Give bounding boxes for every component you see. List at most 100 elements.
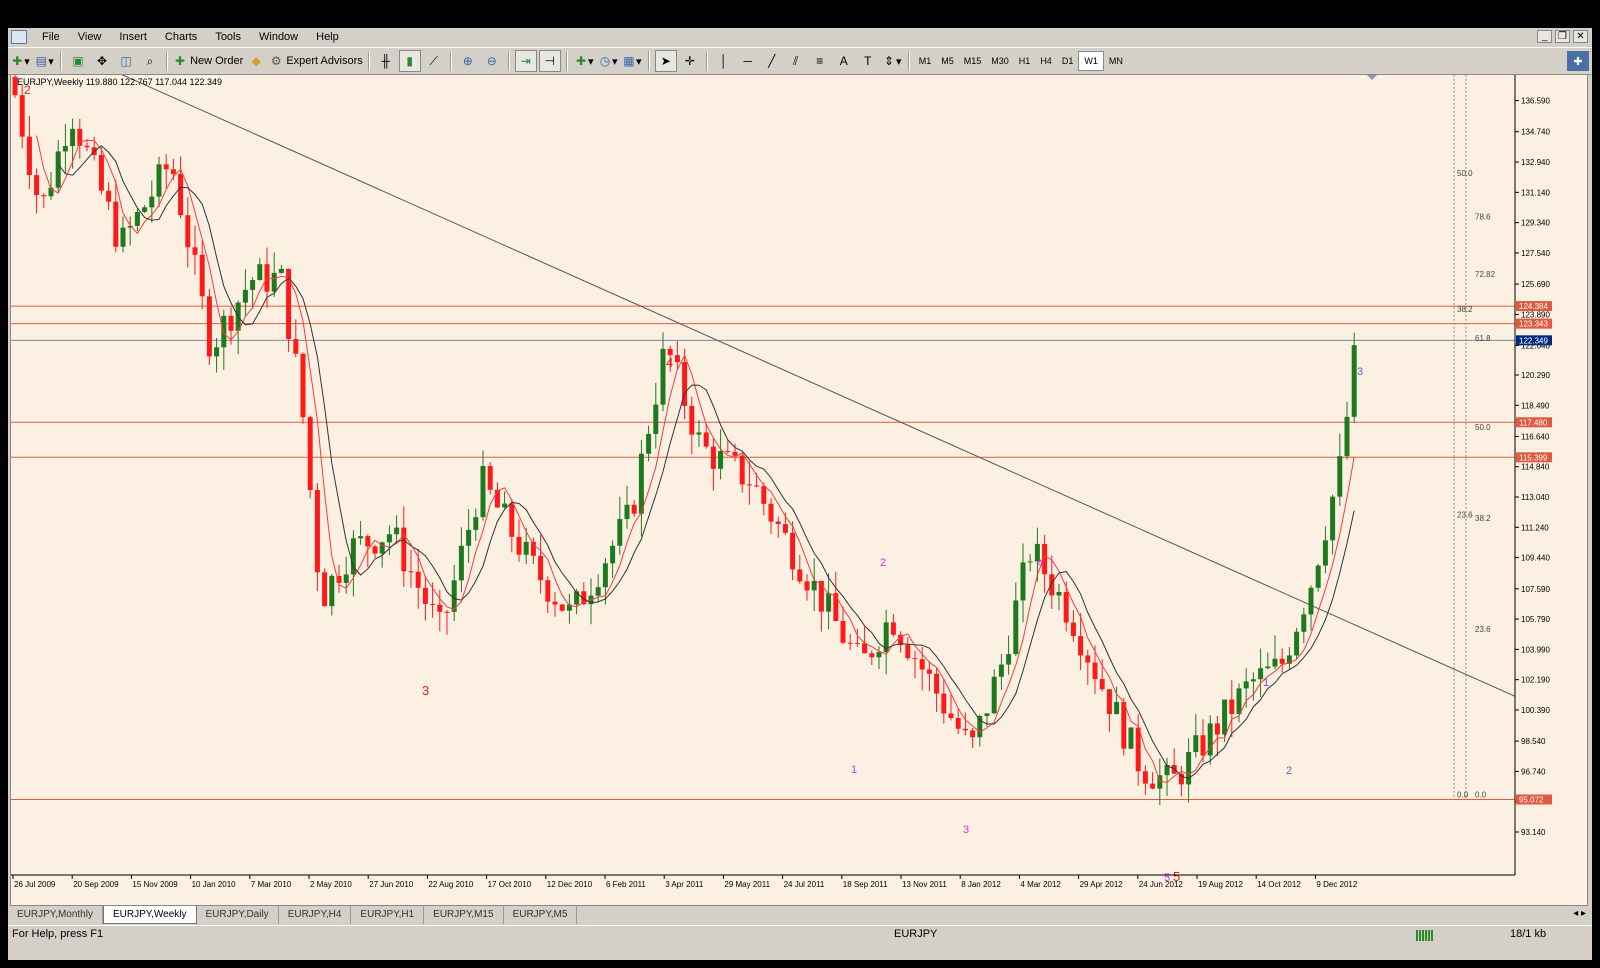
indicators-button[interactable]: ✚ ▾ [573,50,595,72]
market-watch-button[interactable]: ▣ [67,50,89,72]
bear-candle [926,669,932,674]
timeframe-w1[interactable]: W1 [1078,51,1104,71]
fibonacci-button[interactable]: ≡ [809,50,831,72]
menu-charts[interactable]: Charts [156,28,206,46]
expert-advisors-button[interactable]: ⚙ Expert Advisors [269,50,363,72]
tab-eurjpy-m15[interactable]: EURJPY,M15 [424,906,504,924]
price-tick-label: 96.740 [1521,767,1546,776]
timeframe-h4[interactable]: H4 [1035,52,1057,70]
bull-candle [1322,540,1328,566]
timeframe-m15[interactable]: M15 [959,52,987,70]
bull-candle [1056,591,1062,596]
menu-insert[interactable]: Insert [110,28,156,46]
timeframe-m30[interactable]: M30 [986,52,1014,70]
cursor-button[interactable]: ➤ [654,50,677,72]
fibo-level-label: 38.2 [1475,514,1491,523]
profiles-button[interactable]: ▤ ▾ [33,50,55,72]
bear-candle [970,730,976,738]
bear-candle [689,405,695,435]
community-icon[interactable]: ✚ [1567,51,1589,71]
tab-eurjpy-daily[interactable]: EURJPY,Daily [197,906,279,924]
bear-candle [1099,679,1105,690]
text-button[interactable]: A [833,50,855,72]
data-window-button[interactable]: ◫ [115,50,137,72]
templates-button[interactable]: ▦ ▾ [621,50,643,72]
zoom-out-button[interactable]: ⊖ [481,50,503,72]
restore-icon[interactable]: ❐ [1555,30,1570,43]
bull-candle [696,432,702,435]
menu-file[interactable]: File [33,28,69,46]
bear-candle [307,417,313,491]
bear-candle [710,446,716,469]
bear-candle [754,485,760,487]
trendline-button[interactable]: ╱ [761,50,783,72]
price-tick-label: 100.390 [1521,706,1550,715]
zoom-in-button[interactable]: ⊕ [457,50,479,72]
menu-tools[interactable]: Tools [206,28,250,46]
menu-window[interactable]: Window [250,28,307,46]
date-tick-label: 18 Sep 2011 [843,880,888,889]
status-traffic: 18/1 kb [1510,928,1547,940]
new-chart-button[interactable]: ✚ ▾ [9,50,31,72]
bear-candle [739,455,745,485]
bull-candle [55,151,61,188]
chart-canvas[interactable]: EURJPY,Weekly 119.880 122.767 117.044 12… [11,36,1587,905]
wave-label: 2 [1286,765,1292,777]
minimize-icon[interactable]: _ [1537,30,1552,43]
candlestick-button[interactable]: ▮ [398,50,421,72]
terminal-button[interactable]: ⌕ [139,50,161,72]
toolbar-separator [565,51,568,71]
tab-eurjpy-h1[interactable]: EURJPY,H1 [351,906,425,924]
new-order-button[interactable]: ✚ New Order [173,50,243,72]
timeframe-h1[interactable]: H1 [1014,52,1036,70]
text-label-button[interactable]: T [857,50,879,72]
menu-view[interactable]: View [69,28,111,46]
tab-eurjpy-weekly[interactable]: EURJPY,Weekly [102,906,197,924]
chart-shift-button[interactable]: ⊣ [538,50,561,72]
bear-candle [1063,591,1069,623]
date-tick-label: 4 Mar 2012 [1020,880,1061,889]
arrows-button[interactable]: ⇕ ▾ [881,50,903,72]
tab-scroll-icon[interactable]: ◂ ▸ [1573,908,1586,919]
timeframe-mn[interactable]: MN [1104,52,1128,70]
close-icon[interactable]: ✕ [1573,30,1588,43]
moving-average-slow [57,145,1355,779]
equidistant-channel-button[interactable]: ⫽ [785,50,807,72]
horizontal-line-button[interactable]: ─ [737,50,759,72]
bull-candle [70,128,76,147]
wave-label: 2 [880,557,886,569]
price-tick-label: 125.690 [1521,280,1550,289]
tab-eurjpy-h4[interactable]: EURJPY,H4 [279,906,352,924]
chart-area[interactable]: EURJPY,Weekly 119.880 122.767 117.044 12… [10,36,1588,906]
bear-candle [869,653,875,658]
menu-help[interactable]: Help [307,28,348,46]
tab-eurjpy-monthly[interactable]: EURJPY,Monthly [8,906,103,924]
bull-candle [343,574,349,583]
bull-candle [1013,600,1019,655]
bull-candle [257,264,263,281]
timeframe-m5[interactable]: M5 [936,52,959,70]
periods-button[interactable]: ◷ ▾ [597,50,619,72]
metaeditor-button[interactable]: ◆ [245,50,267,72]
navigator-button[interactable]: ✥ [91,50,113,72]
line-chart-button[interactable]: ⟋ [423,50,445,72]
bear-candle [98,155,104,191]
crosshair-button[interactable]: ✛ [679,50,701,72]
vertical-line-button[interactable]: │ [713,50,735,72]
timeframe-d1[interactable]: D1 [1057,52,1079,70]
bull-candle [653,404,659,434]
bear-candle [631,504,637,514]
bull-candle [811,580,817,591]
connection-icon [1416,930,1434,941]
bear-candle [1121,702,1127,749]
date-tick-label: 19 Aug 2012 [1198,880,1243,889]
bar-chart-button[interactable]: ╫ [375,50,397,72]
fibo-level-label: 50.0 [1457,169,1473,178]
bull-candle [1308,587,1314,615]
bear-candle [372,546,378,554]
menu-bar: File View Insert Charts Tools Window Hel… [8,28,1592,46]
date-tick-label: 24 Jun 2012 [1139,880,1184,889]
auto-scroll-button[interactable]: ⇥ [514,50,537,72]
timeframe-m1[interactable]: M1 [914,52,937,70]
tab-eurjpy-m5[interactable]: EURJPY,M5 [504,906,578,924]
